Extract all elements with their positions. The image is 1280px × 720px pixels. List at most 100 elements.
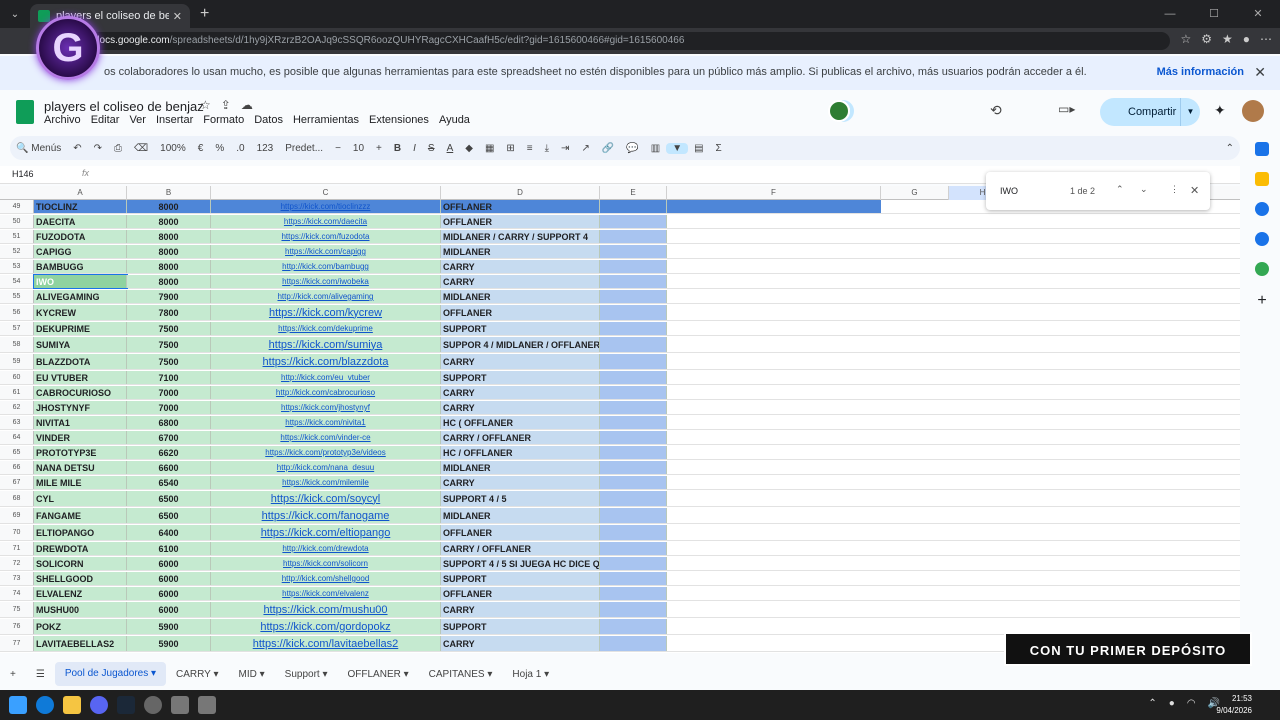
- align-icon[interactable]: ≡: [521, 143, 539, 154]
- collapse-toolbar-icon[interactable]: ⌃: [1220, 143, 1240, 154]
- cell-name[interactable]: ALIVEGAMING: [34, 290, 127, 303]
- meet-icon[interactable]: ▭▸: [1058, 102, 1075, 116]
- cell-role[interactable]: CARRY / OFFLANER: [441, 542, 600, 555]
- cell-role[interactable]: OFFLANER: [441, 305, 600, 320]
- calculator-icon[interactable]: [198, 696, 216, 714]
- cell-value[interactable]: 6500: [127, 508, 211, 523]
- cell-empty[interactable]: [600, 602, 667, 617]
- cell-role[interactable]: OFFLANER: [441, 525, 600, 540]
- chart-icon[interactable]: ▥: [645, 143, 666, 154]
- cell-role[interactable]: CARRY: [441, 386, 600, 399]
- cell-role[interactable]: HC / OFFLANER: [441, 446, 600, 459]
- cell-role[interactable]: MIDLANER: [441, 508, 600, 523]
- cell-role[interactable]: OFFLANER: [441, 587, 600, 600]
- cell-link[interactable]: https://kick.com/fanogame: [211, 508, 441, 523]
- functions-icon[interactable]: Σ: [710, 143, 728, 154]
- close-banner-icon[interactable]: ✕: [1254, 64, 1266, 81]
- col-header[interactable]: C: [211, 186, 441, 200]
- col-header[interactable]: G: [881, 186, 949, 200]
- edge-icon[interactable]: [36, 696, 54, 714]
- strikethrough-icon[interactable]: S: [422, 143, 441, 154]
- cell-name[interactable]: CABROCURIOSO: [34, 386, 127, 399]
- name-box[interactable]: H146: [12, 169, 34, 179]
- cell-name[interactable]: BAMBUGG: [34, 260, 127, 273]
- cell-name[interactable]: EU VTUBER: [34, 371, 127, 384]
- undo-icon[interactable]: ↶: [67, 143, 87, 154]
- cell-empty[interactable]: [600, 245, 667, 258]
- cell-value[interactable]: 7000: [127, 401, 211, 414]
- cell-value[interactable]: 5900: [127, 619, 211, 634]
- menu-insertar[interactable]: Insertar: [156, 114, 193, 126]
- cell-empty[interactable]: [600, 200, 667, 213]
- sheet-tab[interactable]: Hoja 1 ▾: [502, 669, 559, 680]
- cell-value[interactable]: 8000: [127, 230, 211, 243]
- wifi-icon[interactable]: ◠: [1187, 698, 1196, 709]
- cell-role[interactable]: MIDLANER: [441, 461, 600, 474]
- menu-formato[interactable]: Formato: [203, 114, 244, 126]
- cell-name[interactable]: DREWDOTA: [34, 542, 127, 555]
- cell-link[interactable]: https://kick.com/dekuprime: [211, 322, 441, 335]
- decrease-decimal-button[interactable]: .0: [230, 143, 250, 154]
- more-formats-button[interactable]: 123: [251, 143, 280, 154]
- sheets-logo-icon[interactable]: [16, 100, 34, 124]
- gemini-icon[interactable]: ✦: [1214, 102, 1226, 119]
- cell-name[interactable]: NANA DETSU: [34, 461, 127, 474]
- move-icon[interactable]: ⇪: [221, 98, 231, 112]
- cell-name[interactable]: DEKUPRIME: [34, 322, 127, 335]
- cell-value[interactable]: 6000: [127, 602, 211, 617]
- tasks-icon[interactable]: [1255, 202, 1269, 216]
- url-field[interactable]: docs.google.com/spreadsheets/d/1hy9jXRzr…: [90, 32, 1170, 50]
- cell-value[interactable]: 6800: [127, 416, 211, 429]
- font-size-input[interactable]: 10: [347, 143, 370, 154]
- col-header[interactable]: A: [34, 186, 127, 200]
- cell-value[interactable]: 7500: [127, 322, 211, 335]
- maps-icon[interactable]: [1255, 262, 1269, 276]
- italic-icon[interactable]: I: [407, 143, 422, 154]
- cell-value[interactable]: 6400: [127, 525, 211, 540]
- text-color-icon[interactable]: A: [441, 143, 460, 154]
- cell-value[interactable]: 6000: [127, 557, 211, 570]
- cell-role[interactable]: MIDLANER: [441, 245, 600, 258]
- cell-role[interactable]: CARRY: [441, 401, 600, 414]
- menu-editar[interactable]: Editar: [91, 114, 120, 126]
- tray-chevron-icon[interactable]: ⌃: [1148, 698, 1156, 709]
- cell-name[interactable]: POKZ: [34, 619, 127, 634]
- cell-name[interactable]: TIOCLINZ: [34, 200, 127, 213]
- cell-link[interactable]: http://kick.com/alivegaming: [211, 290, 441, 303]
- find-prev-icon[interactable]: ⌃: [1116, 184, 1124, 195]
- redo-icon[interactable]: ↷: [88, 143, 108, 154]
- cell-empty[interactable]: [600, 508, 667, 523]
- cell-empty[interactable]: [600, 322, 667, 335]
- cell-role[interactable]: MIDLANER / CARRY / SUPPORT 4: [441, 230, 600, 243]
- cell-link[interactable]: https://kick.com/gordopokz: [211, 619, 441, 634]
- font-size-plus[interactable]: +: [370, 143, 388, 154]
- cell-name[interactable]: DAECITA: [34, 215, 127, 228]
- cell-role[interactable]: OFFLANER: [441, 200, 600, 213]
- sheet-tab[interactable]: CAPITANES ▾: [419, 669, 503, 680]
- tab-list-icon[interactable]: ⌄: [4, 4, 26, 24]
- cell-value[interactable]: 6600: [127, 461, 211, 474]
- spreadsheet-grid[interactable]: A B C D E F G H 49 TIOCLINZ 8000 https://ki…: [0, 186, 1240, 653]
- cell-value[interactable]: 6620: [127, 446, 211, 459]
- cell-value[interactable]: 6000: [127, 572, 211, 585]
- cell-empty[interactable]: [600, 525, 667, 540]
- cell-role[interactable]: SUPPORT: [441, 572, 600, 585]
- cell-name[interactable]: FUZODOTA: [34, 230, 127, 243]
- find-more-icon[interactable]: ⋮: [1170, 184, 1179, 195]
- cell-name[interactable]: SUMIYA: [34, 337, 127, 352]
- print-icon[interactable]: ⎙: [108, 143, 128, 154]
- doc-title[interactable]: players el coliseo de benjaz: [44, 99, 204, 114]
- cell-empty[interactable]: [600, 275, 667, 288]
- paint-format-icon[interactable]: ⌫: [128, 143, 154, 154]
- zoom-select[interactable]: 100%: [154, 143, 192, 154]
- cell-role[interactable]: SUPPORT 4 / 5 SI JUEGA HC DICE QUE ES 3K: [441, 557, 600, 570]
- cell-link[interactable]: https://kick.com/elvalenz: [211, 587, 441, 600]
- filter-icon[interactable]: ▼: [666, 142, 689, 154]
- cell-role[interactable]: CARRY / OFFLANER: [441, 431, 600, 444]
- find-close-icon[interactable]: ✕: [1190, 184, 1199, 197]
- cell-value[interactable]: 5900: [127, 636, 211, 651]
- menu-ayuda[interactable]: Ayuda: [439, 114, 470, 126]
- cell-name[interactable]: PROTOTYP3E: [34, 446, 127, 459]
- cloud-icon[interactable]: ☁: [241, 98, 253, 112]
- collaborator-avatar[interactable]: [828, 100, 850, 122]
